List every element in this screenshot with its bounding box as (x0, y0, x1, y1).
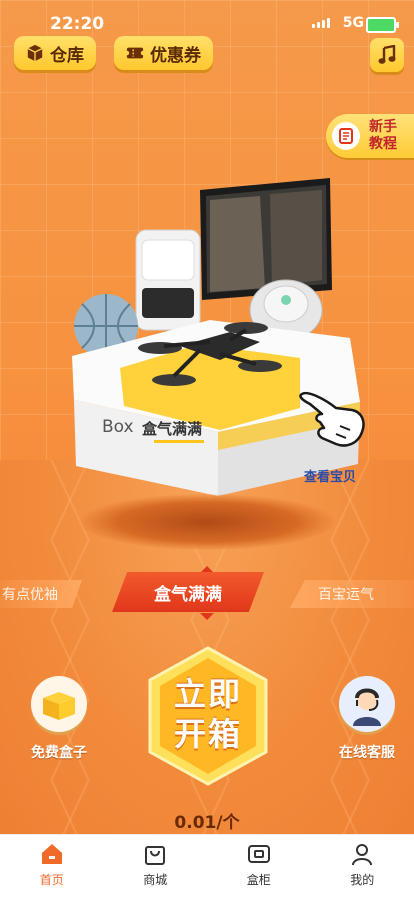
gift-box-icon (31, 676, 87, 732)
open-box-text: 立即 开箱 (146, 674, 270, 754)
open-box-button[interactable]: 立即 开箱 (146, 646, 270, 786)
book-icon (332, 122, 360, 150)
customer-service-label: 在线客服 (312, 742, 414, 762)
shopping-bag-icon (142, 841, 168, 867)
coupon-button[interactable]: 优惠券 (114, 36, 213, 70)
tab-home-label: 首页 (40, 871, 64, 888)
category-tab-left[interactable]: 有点优袖 (0, 580, 82, 608)
free-box-label: 免费盒子 (4, 742, 114, 762)
category-tab-right[interactable]: 百宝运气 (290, 580, 414, 608)
tutorial-button[interactable]: 新手教程 (326, 114, 414, 158)
home-icon (39, 841, 65, 867)
tab-mall-label: 商城 (143, 871, 167, 888)
customer-service-button[interactable]: 在线客服 (312, 676, 414, 762)
free-box-button[interactable]: 免费盒子 (4, 676, 114, 762)
tutorial-label: 新手教程 (366, 119, 400, 153)
mystery-box-scene[interactable]: Box 盒气满满 (60, 170, 380, 510)
air-purifier-prize-image (136, 230, 200, 330)
tab-home[interactable]: 首页 (0, 835, 104, 897)
music-button[interactable] (370, 38, 404, 72)
carousel-pointer-top (200, 566, 214, 573)
carousel-pointer-bottom (200, 613, 214, 620)
music-note-icon (378, 45, 396, 65)
tab-mall[interactable]: 商城 (104, 835, 208, 897)
profile-icon (349, 841, 375, 867)
tab-cabinet[interactable]: 盒柜 (207, 835, 311, 897)
price-per-box: 0.01/个 (0, 808, 414, 833)
network-type: 5G (343, 15, 364, 31)
tab-profile[interactable]: 我的 (311, 835, 414, 897)
box-category-carousel: 有点优袖 盒气满满 百宝运气 (0, 570, 414, 616)
warehouse-label: 仓库 (50, 41, 84, 66)
pointing-hand-icon[interactable] (296, 386, 368, 450)
box-slogan-text: 盒气满满 (141, 420, 202, 438)
view-items-link[interactable]: 查看宝贝 (304, 466, 356, 485)
box-brand-text: Box (102, 417, 134, 437)
coupon-icon (126, 44, 144, 62)
stage-hole (80, 494, 334, 550)
signal-icon (312, 18, 330, 28)
box-icon (26, 44, 44, 62)
tab-cabinet-label: 盒柜 (247, 871, 271, 888)
open-box-line2: 开箱 (146, 714, 270, 754)
coupon-label: 优惠券 (150, 41, 201, 66)
tab-profile-label: 我的 (350, 871, 374, 888)
open-box-line1: 立即 (146, 674, 270, 714)
category-tab-active[interactable]: 盒气满满 (112, 572, 264, 612)
battery-icon (366, 17, 396, 33)
support-agent-icon (339, 676, 395, 732)
bottom-tab-bar: 首页 商城 盒柜 我的 (0, 834, 414, 897)
status-time: 22:20 (50, 14, 104, 34)
cabinet-icon (246, 841, 272, 867)
warehouse-button[interactable]: 仓库 (14, 36, 96, 70)
